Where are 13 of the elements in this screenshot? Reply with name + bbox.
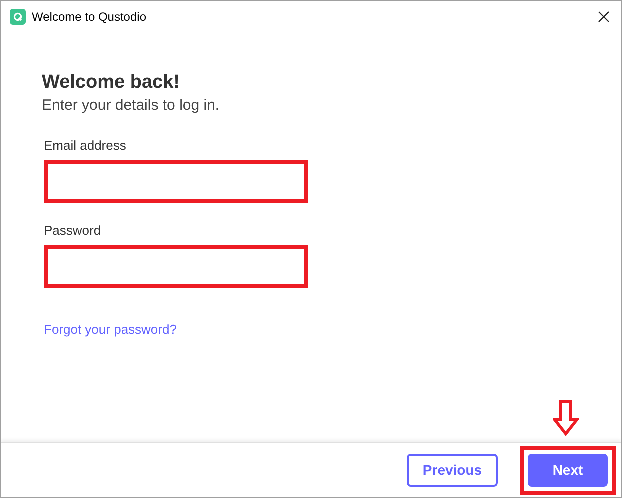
down-arrow-icon — [553, 400, 579, 436]
subheading: Enter your details to log in. — [42, 96, 221, 116]
input-field[interactable] — [44, 245, 308, 288]
forgot-password-link[interactable]: Forgot your password? — [44, 320, 621, 340]
field-label: Password — [44, 223, 102, 239]
next-button[interactable]: Next — [528, 454, 608, 486]
previous-button[interactable]: Previous — [407, 454, 498, 486]
window-title: Welcome to Qustodio — [32, 8, 146, 26]
close-icon[interactable] — [598, 10, 610, 22]
field-label: Email address — [44, 138, 128, 154]
app-logo-icon — [10, 8, 26, 24]
heading: Welcome back! — [42, 71, 181, 95]
input-field[interactable] — [44, 160, 308, 203]
